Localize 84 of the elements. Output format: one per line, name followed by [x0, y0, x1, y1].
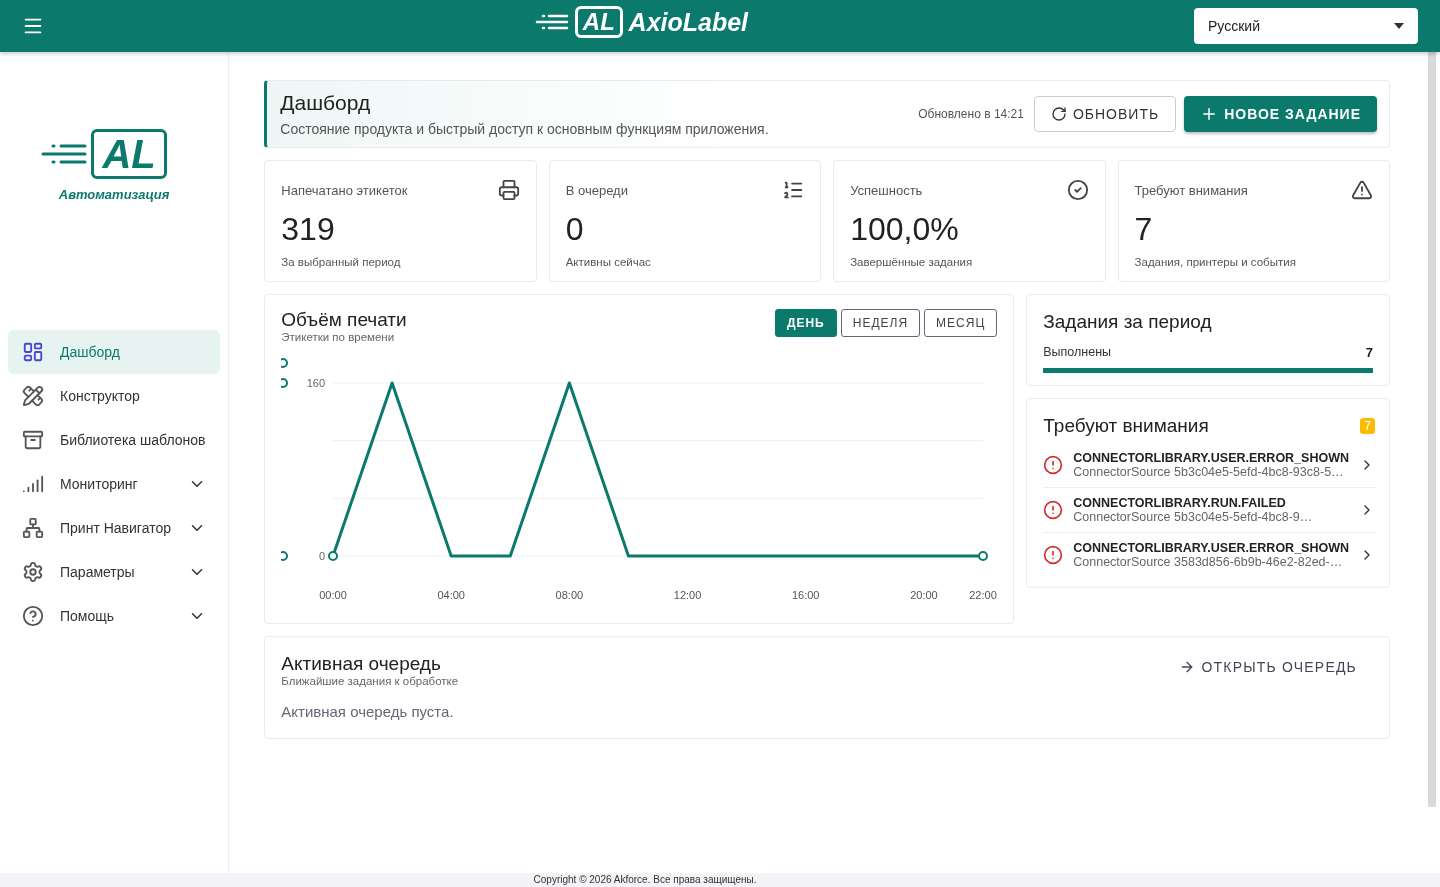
stat-caption: За выбранный период — [281, 256, 402, 268]
help-icon — [22, 605, 44, 627]
stat-value: 7 — [1134, 211, 1154, 248]
x-tick-label: 08:00 — [555, 589, 584, 601]
logo-mark: AL — [91, 128, 167, 179]
bar-chart-icon — [22, 473, 44, 495]
y-tick-label: 0 — [319, 550, 326, 562]
legend-marker — [281, 358, 289, 368]
nav-item[interactable]: Библиотека шаблонов — [0, 418, 229, 462]
stat-value: 319 — [281, 211, 336, 248]
refresh-button[interactable]: ОБНОВИТЬ — [1033, 96, 1177, 132]
new-job-button[interactable]: НОВОЕ ЗАДАНИЕ — [1184, 96, 1377, 132]
language-select[interactable]: Русский — [1194, 8, 1418, 44]
stat-value: 0 — [565, 211, 585, 248]
count-badge: 7 — [1360, 418, 1375, 434]
card-title: Требуют внимания — [1043, 415, 1209, 437]
data-point — [328, 551, 339, 561]
caret-icon — [1394, 23, 1404, 29]
stat-caption: Завершённые задания — [850, 256, 974, 268]
nav-item[interactable]: Дашборд — [8, 330, 221, 374]
alert-source: ConnectorSource 3583d856-6b9b-46e2-82ed-… — [1073, 555, 1344, 569]
page-title: Дашборд — [280, 91, 372, 115]
stat-label: Напечатано этикеток — [281, 182, 408, 198]
period-toggle[interactable]: ДЕНЬ — [774, 309, 837, 337]
card-title: Задания за период — [1043, 311, 1213, 333]
printer-icon — [497, 179, 520, 201]
stat-label: В очереди — [565, 182, 628, 198]
progress-count: 7 — [1365, 345, 1373, 360]
refresh-icon — [1050, 106, 1067, 122]
error-icon — [1043, 500, 1064, 520]
card-title: Активная очередь — [281, 653, 442, 675]
error-icon — [1043, 455, 1064, 475]
logo-mark: AL — [575, 6, 623, 39]
card-title: Объём печати — [281, 309, 407, 331]
page-subtitle: Состояние продукта и быстрый доступ к основным функциям приложения. — [280, 121, 769, 137]
alert-title: CONNECTORLIBRARY.USER.ERROR_SHOWN — [1073, 451, 1349, 465]
x-tick-label: 04:00 — [437, 589, 466, 601]
card-subtitle: Этикетки по времени — [281, 331, 396, 343]
error-icon — [1043, 545, 1064, 565]
check-circle-icon — [1066, 179, 1089, 201]
alert-source: ConnectorSource 5b3c04e5-5efd-4bc8-9… — [1073, 510, 1314, 524]
scrollbar[interactable] — [1428, 52, 1436, 807]
alert-title: CONNECTORLIBRARY.RUN.FAILED — [1073, 496, 1287, 510]
x-tick-label: 20:00 — [910, 589, 938, 601]
nav-item[interactable]: Помощь — [0, 594, 229, 638]
y-tick-label: 160 — [306, 377, 326, 389]
x-tick-label: 12:00 — [674, 589, 702, 601]
data-point — [978, 551, 989, 561]
tools-icon — [22, 385, 44, 407]
network-icon — [22, 517, 44, 539]
x-tick-label: 00:00 — [319, 589, 348, 601]
period-toggle[interactable]: МЕСЯЦ — [924, 309, 998, 337]
nav-item[interactable]: Параметры — [0, 550, 229, 594]
nav-item[interactable]: Принт Навигатор — [0, 506, 229, 550]
stat-caption: Активны сейчас — [565, 256, 652, 268]
legend-marker — [281, 551, 289, 561]
updated-time: Обновлено в 14:21 — [918, 107, 1024, 121]
warning-icon — [1351, 179, 1373, 201]
x-tick-label: 22:00 — [969, 589, 998, 601]
stat-caption: Задания, принтеры и события — [1134, 256, 1297, 268]
alert-item[interactable]: CONNECTORLIBRARY.USER.ERROR_SHOWN ConnectorSource 3583d856-6b9b-46e2-82ed-… — [1043, 533, 1375, 577]
alert-item[interactable]: CONNECTORLIBRARY.USER.ERROR_SHOWN ConnectorSource 5b3c04e5-5efd-4bc8-93c8-5… — [1043, 443, 1375, 488]
legend-marker — [281, 378, 289, 388]
stat-label: Успешность — [850, 182, 923, 198]
archive-icon — [22, 429, 44, 451]
card-subtitle: Ближайшие задания к обработке — [281, 675, 459, 687]
brand-name: AxioLabel — [628, 7, 749, 37]
stat-label: Требуют внимания — [1134, 182, 1248, 198]
stat-value: 100,0% — [850, 211, 960, 248]
nav-item[interactable]: Конструктор — [0, 374, 229, 418]
copyright-text: Copyright © 2026 Akforce. Все права защищены. — [533, 873, 757, 887]
alert-title: CONNECTORLIBRARY.USER.ERROR_SHOWN — [1073, 541, 1349, 555]
alert-item[interactable]: CONNECTORLIBRARY.RUN.FAILED ConnectorSource 5b3c04e5-5efd-4bc8-9… — [1043, 488, 1375, 533]
dashboard-icon — [22, 341, 44, 363]
settings-icon — [22, 561, 44, 583]
logo-caption: Автоматизация — [58, 186, 170, 202]
nav-item[interactable]: Мониторинг — [0, 462, 229, 506]
period-toggle[interactable]: НЕДЕЛЯ — [840, 309, 921, 337]
progress-label: Выполнены — [1043, 345, 1112, 360]
alert-source: ConnectorSource 5b3c04e5-5efd-4bc8-93c8-5… — [1073, 465, 1345, 479]
empty-message: Активная очередь пуста. — [281, 703, 455, 720]
open-queue-button[interactable]: ОТКРЫТЬ ОЧЕРЕДЬ — [1171, 653, 1365, 681]
x-tick-label: 16:00 — [792, 589, 820, 601]
numbered-list-icon — [782, 179, 805, 201]
